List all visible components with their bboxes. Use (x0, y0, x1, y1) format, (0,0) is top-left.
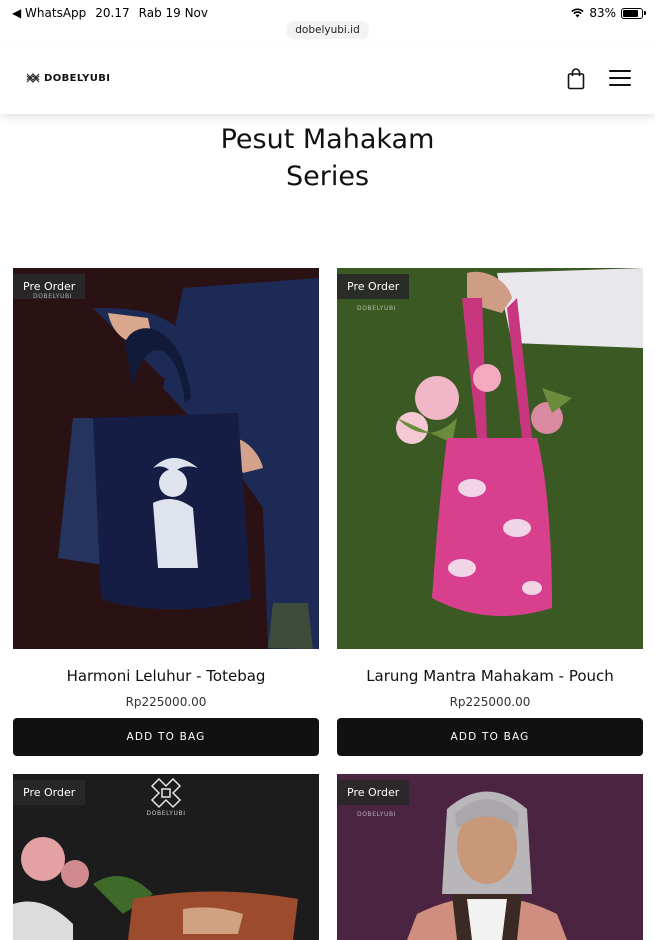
product-card[interactable]: Pre Order DOBELYUBI Harmoni Leluhur - To… (13, 268, 319, 756)
url-bar[interactable]: dobelyubi.id (286, 21, 369, 39)
product-photo-pouch (337, 268, 643, 649)
product-name[interactable]: Larung Mantra Mahakam - Pouch (337, 667, 643, 685)
product-image[interactable]: Pre Order DOBELYUBI (337, 268, 643, 649)
product-name[interactable]: Harmoni Leluhur - Totebag (13, 667, 319, 685)
hamburger-menu-icon[interactable] (609, 70, 631, 88)
shopping-bag-icon[interactable] (566, 68, 586, 90)
product-card[interactable]: Pre Order DOBELYUBI Larung Mantra Mahaka… (337, 268, 643, 756)
brand-watermark: DOBELYUBI (357, 305, 397, 312)
site-logo[interactable]: DOBELYUBI (26, 72, 110, 84)
product-price: Rp225000.00 (449, 695, 531, 709)
brand-watermark: DOBELYUBI (33, 293, 73, 300)
add-to-bag-button[interactable]: ADD TO BAG (13, 718, 319, 756)
preorder-badge: Pre Order (13, 780, 86, 805)
product-photo-totebag (13, 268, 319, 649)
back-to-app-link[interactable]: ◀ WhatsApp (12, 6, 86, 20)
logo-icon (26, 73, 40, 83)
product-image[interactable]: Pre Order DOBELYUBI (13, 268, 319, 649)
product-card[interactable]: Pre Order DOBELYUBI (337, 774, 643, 940)
page-title: Pesut Mahakam Series (220, 124, 435, 192)
preorder-badge: Pre Order (337, 274, 410, 299)
site-header: DOBELYUBI (0, 44, 655, 114)
add-to-bag-button[interactable]: ADD TO BAG (337, 718, 643, 756)
brand-watermark: DOBELYUBI (357, 811, 397, 818)
product-card[interactable]: Pre Order DOBELYUBI (13, 774, 319, 940)
preorder-badge: Pre Order (337, 780, 410, 805)
product-image[interactable]: Pre Order DOBELYUBI (337, 774, 643, 940)
product-price: Rp225000.00 (125, 695, 207, 709)
status-date: Rab 19 Nov (138, 6, 209, 20)
wifi-icon (571, 8, 584, 18)
product-image[interactable]: Pre Order DOBELYUBI (13, 774, 319, 940)
battery-icon (621, 7, 646, 19)
battery-percent: 83% (589, 6, 616, 20)
status-time: 20.17 (95, 6, 130, 20)
brand-watermark: DOBELYUBI (146, 810, 186, 817)
logo-text: DOBELYUBI (44, 72, 111, 84)
